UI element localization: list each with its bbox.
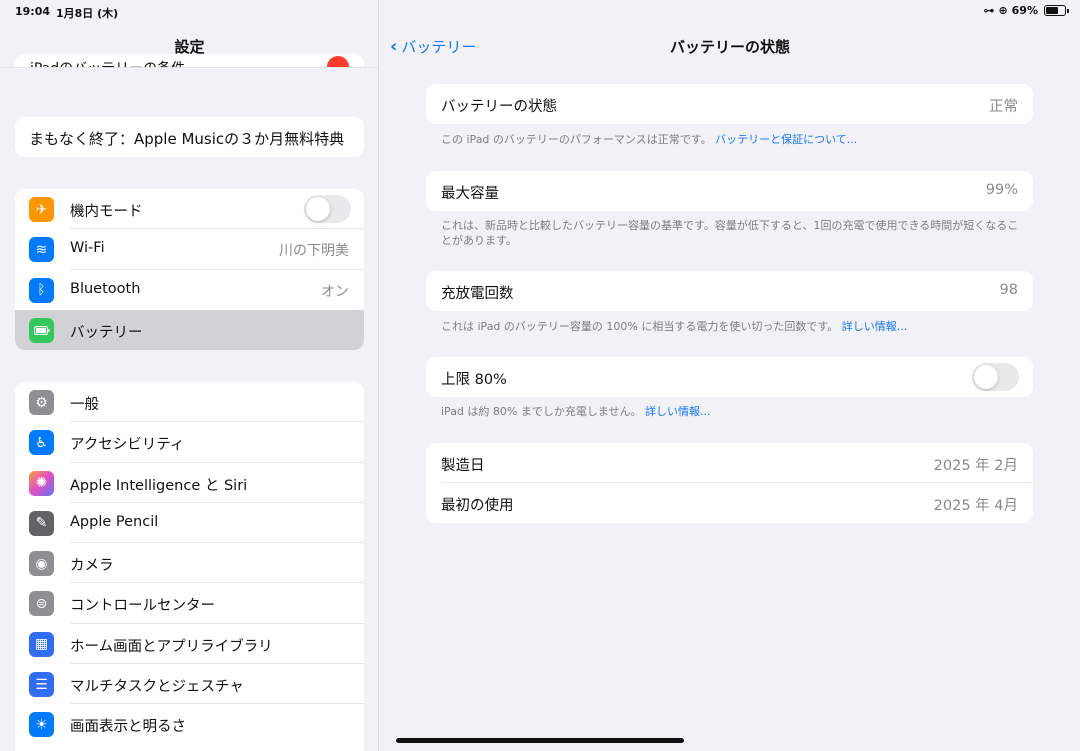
control-center-icon: ⊜ [29,591,54,617]
wifi-icon: ≋ [29,237,54,263]
airplane-mode-toggle[interactable] [304,195,351,223]
sidebar-item-battery[interactable]: バッテリー [15,309,364,351]
sidebar-item-apple-pencil[interactable]: ✎ Apple Pencil [15,503,364,544]
gear-icon: ⚙ [29,390,54,415]
wifi-network-name: 川の下明美 [279,243,349,260]
pencil-icon: ✎ [29,510,54,536]
row-label: バッテリーの状態 [441,99,557,115]
detail-pane: ‹ バッテリー バッテリーの状態 バッテリーの状態 正常 この iPad のバッ… [380,0,1080,751]
charge-limit-row: 上限 80% [426,357,1033,397]
manufacture-date-value: 2025 年 2月 [933,458,1018,474]
sidebar-item-wifi[interactable]: ≋ Wi-Fi 川の下明美 [15,229,364,270]
first-use-value: 2025 年 4月 [933,498,1018,514]
sidebar-item-label: コントロールセンター [70,598,215,615]
promo-banner[interactable]: まもなく終了：Apple Musicの３か月無料特典 [15,117,364,157]
status-bar: 19:04 1月8日 (木) ⊶ ⊕ 69% [0,0,1080,24]
sidebar-group-connectivity: ✈ 機内モード ≋ Wi-Fi 川の下明美 ᛒ Bluetooth オン バッテ… [15,189,364,351]
airplane-icon: ✈ [29,197,54,222]
promo-text: まもなく終了：Apple Musicの３か月無料特典 [29,130,345,148]
sidebar-item-airplane-mode[interactable]: ✈ 機内モード [15,189,364,230]
cycle-count-footer: これは iPad のバッテリー容量の 100% に相当する電力を使い切った回数で… [441,319,1021,334]
divider [0,67,378,68]
cycle-count-card: 充放電回数 98 [426,271,1033,311]
cycle-count-value: 98 [999,282,1018,298]
sidebar-title: 設定 [174,38,205,56]
row-label: 充放電回数 [441,286,514,302]
siri-icon: ✺ [29,470,54,496]
battery-health-footer: この iPad のバッテリーのパフォーマンスは正常です。 バッテリーと保証につい… [441,132,1021,147]
sidebar-item-label: 一般 [70,397,99,413]
battery-icon [29,317,54,343]
charge-limit-card: 上限 80% [426,357,1033,397]
link-icon: ⊶ [983,4,995,17]
page-title: バッテリーの状態 [669,38,790,56]
sidebar-item-general[interactable]: ⚙ 一般 [15,382,364,423]
sidebar-item-siri[interactable]: ✺ Apple Intelligence と Siri [15,463,364,503]
learn-more-link[interactable]: 詳しい情報... [645,405,711,418]
lock-rotation-icon: ⊕ [998,4,1008,17]
sidebar-item-label: マルチタスクとジェスチャ [70,679,244,696]
sidebar-group-general: ⚙ 一般 ♿ アクセシビリティ ✺ Apple Intelligence と S… [15,382,364,751]
footer-text: これは iPad のバッテリー容量の 100% に相当する電力を使い切った回数で… [441,320,839,333]
manufacture-date-row: 製造日 2025 年 2月 [426,443,1033,483]
home-screen-icon: ▦ [29,631,54,657]
sidebar-item-home-screen[interactable]: ▦ ホーム画面とアプリライブラリ [15,624,364,665]
camera-icon: ◉ [29,551,54,577]
max-capacity-footer: これは、新品時と比較したバッテリー容量の基準です。容量が低下すると、1回の充電で… [441,218,1021,248]
row-label: 製造日 [441,458,485,474]
sidebar-item-label: Apple Pencil [70,513,159,530]
row-label: 上限 80% [441,372,507,388]
sidebar-item-label: アクセシビリティ [70,437,185,454]
status-time: 19:04 [15,5,51,18]
sidebar-item-label: Apple Intelligence と Siri [70,477,248,494]
status-date: 1月8日 (木) [56,7,119,20]
row-label: 最大容量 [441,186,499,202]
sidebar-item-label: Bluetooth [70,280,141,297]
battery-percent: 69% [1011,4,1038,17]
dates-card: 製造日 2025 年 2月 最初の使用 2025 年 4月 [426,443,1033,523]
first-use-row: 最初の使用 2025 年 4月 [426,483,1033,523]
bluetooth-status: オン [321,283,349,300]
max-capacity-card: 最大容量 99% [426,171,1033,211]
max-capacity-row: 最大容量 99% [426,171,1033,211]
footer-text: これは、新品時と比較したバッテリー容量の基準です。容量が低下すると、1回の充電で… [441,219,1019,247]
charge-limit-toggle[interactable] [972,363,1019,391]
bluetooth-icon: ᛒ [29,277,54,303]
max-capacity-value: 99% [985,182,1018,198]
status-right: ⊶ ⊕ 69% [983,4,1069,17]
brightness-icon: ☀ [29,712,54,738]
battery-health-card: バッテリーの状態 正常 [426,84,1033,124]
battery-health-row: バッテリーの状態 正常 [426,84,1033,124]
multitasking-icon: ☰ [29,672,54,698]
battery-health-value: 正常 [989,99,1018,115]
sidebar-item-camera[interactable]: ◉ カメラ [15,543,364,584]
home-indicator[interactable] [396,738,684,743]
footer-text: iPad は約 80% までしか充電しません。 [441,405,642,418]
footer-text: この iPad のバッテリーのパフォーマンスは正常です。 [441,133,712,146]
status-battery-icon [1044,5,1069,16]
sidebar-item-label: カメラ [70,558,114,575]
sidebar-item-label: バッテリー [70,324,143,341]
sidebar-item-label: ホーム画面とアプリライブラリ [70,638,273,655]
learn-more-link[interactable]: 詳しい情報... [842,320,908,333]
accessibility-icon: ♿ [29,430,54,456]
cycle-count-row: 充放電回数 98 [426,271,1033,311]
sidebar-item-accessibility[interactable]: ♿ アクセシビリティ [15,422,364,463]
sidebar-item-bluetooth[interactable]: ᛒ Bluetooth オン [15,270,364,310]
warranty-link[interactable]: バッテリーと保証について... [715,133,857,146]
sidebar-item-multitasking[interactable]: ☰ マルチタスクとジェスチャ [15,664,364,705]
sidebar: iPadのバッテリーの条件 設定 まもなく終了：Apple Musicの３か月無… [0,0,379,751]
sidebar-item-display-brightness[interactable]: ☀ 画面表示と明るさ [15,704,364,744]
row-label: 最初の使用 [441,498,514,514]
sidebar-item-control-center[interactable]: ⊜ コントロールセンター [15,583,364,624]
charge-limit-footer: iPad は約 80% までしか充電しません。 詳しい情報... [441,404,1021,419]
sidebar-item-label: 機内モード [70,204,143,220]
sidebar-item-label: Wi-Fi [70,240,105,257]
sidebar-item-label: 画面表示と明るさ [70,719,186,736]
